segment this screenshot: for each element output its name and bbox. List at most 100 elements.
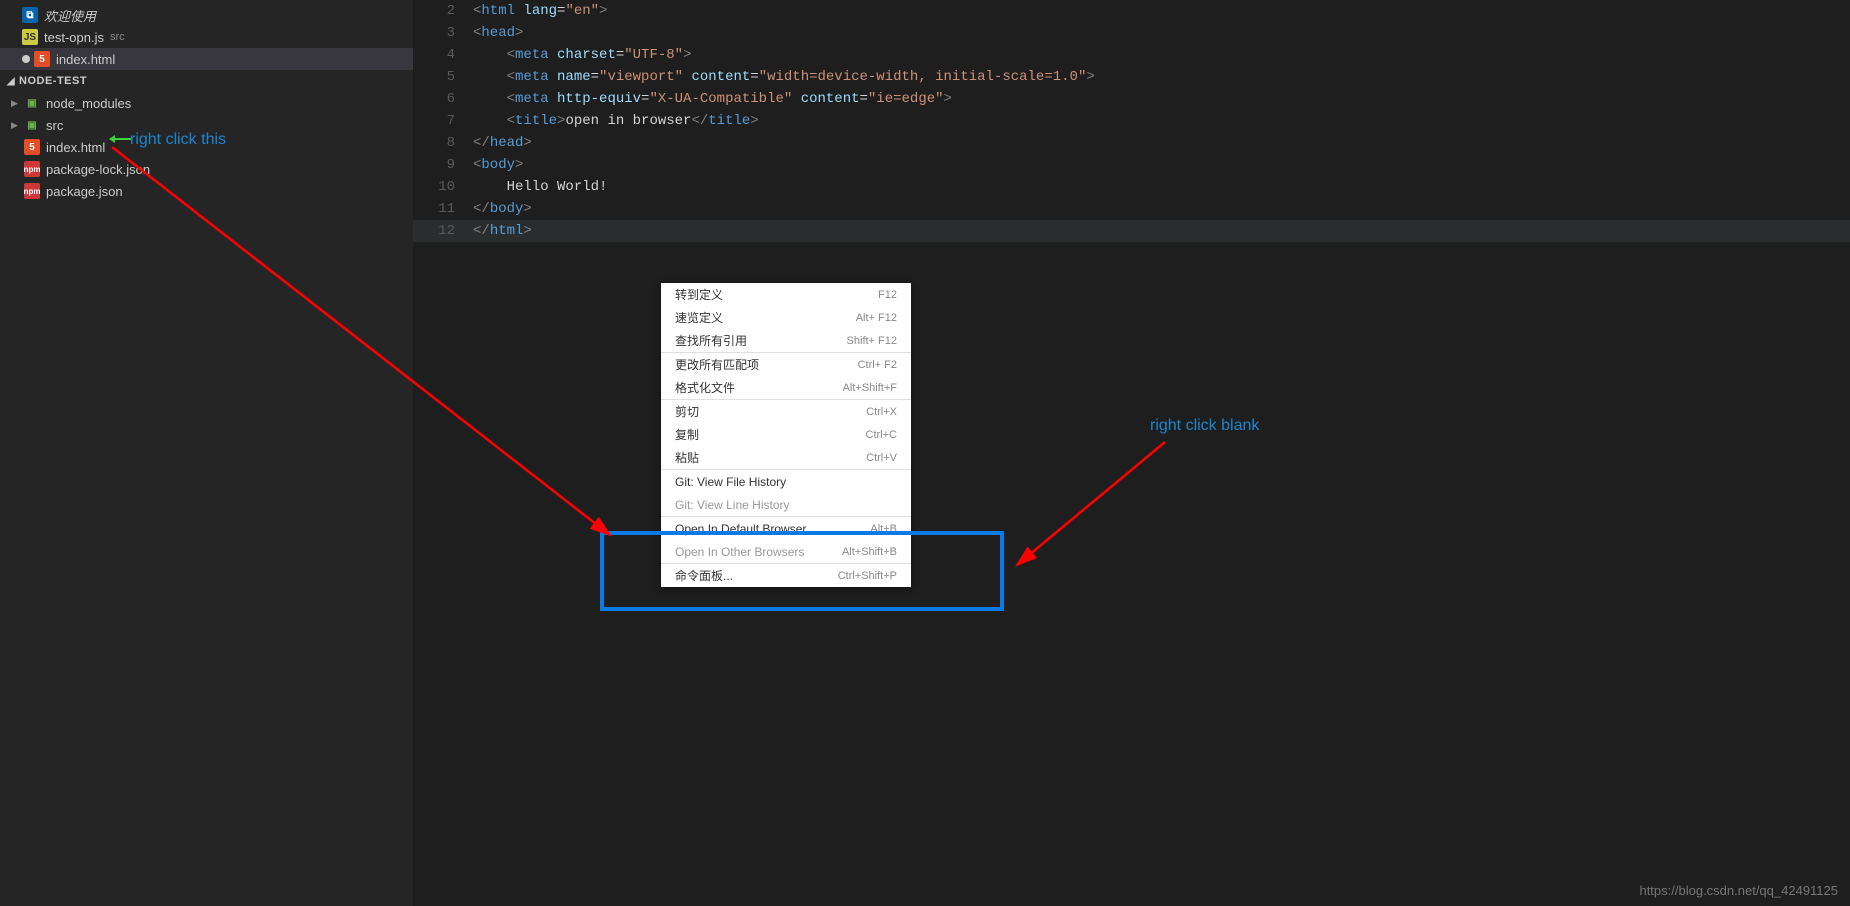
menu-item[interactable]: 查找所有引用 Shift+ F12 — [661, 329, 911, 352]
tree-label: package-lock.json — [46, 162, 150, 177]
chevron-right-icon: ▶ — [11, 98, 18, 109]
tab-sublabel: src — [110, 31, 125, 43]
menu-item[interactable]: 转到定义 F12 — [661, 283, 911, 306]
code-line[interactable]: 4 <meta charset="UTF-8"> — [413, 44, 1850, 66]
folder-icon: ▣ — [24, 117, 40, 133]
open-editor-tab[interactable]: JS test-opn.js src — [0, 26, 413, 48]
line-number: 7 — [413, 110, 473, 132]
open-editor-tab[interactable]: ⧉ 欢迎使用 — [0, 4, 413, 26]
menu-item-shortcut: Ctrl+ F2 — [858, 359, 897, 371]
chevron-right-icon: ▶ — [11, 120, 18, 131]
html-icon: 5 — [24, 139, 40, 155]
menu-item-label: 格式化文件 — [675, 379, 735, 396]
code-content: </html> — [473, 220, 532, 242]
line-number: 4 — [413, 44, 473, 66]
menu-item-label: 速览定义 — [675, 309, 723, 326]
menu-item-shortcut: Alt+Shift+B — [842, 546, 897, 558]
menu-item[interactable]: 格式化文件 Alt+Shift+F — [661, 376, 911, 399]
code-content: <head> — [473, 22, 523, 44]
watermark: https://blog.csdn.net/qq_42491125 — [1639, 883, 1838, 898]
menu-item-label: Git: View Line History — [675, 498, 790, 512]
menu-item-label: 查找所有引用 — [675, 332, 747, 349]
menu-item-shortcut: Alt+Shift+F — [843, 382, 897, 394]
menu-item[interactable]: 剪切 Ctrl+X — [661, 400, 911, 423]
chevron-down-icon: ◢ — [6, 76, 16, 87]
code-content: Hello World! — [473, 176, 607, 198]
menu-item[interactable]: 速览定义 Alt+ F12 — [661, 306, 911, 329]
menu-item-label: Open In Other Browsers — [675, 545, 804, 559]
code-line[interactable]: 3<head> — [413, 22, 1850, 44]
menu-item-label: Git: View File History — [675, 475, 786, 489]
arrow-right-icon — [1005, 440, 1175, 580]
code-content: </body> — [473, 198, 532, 220]
project-name: NODE-TEST — [19, 75, 87, 87]
code-content: <body> — [473, 154, 523, 176]
vscode-icon: ⧉ — [22, 7, 38, 23]
code-line[interactable]: 11</body> — [413, 198, 1850, 220]
menu-item-label: 转到定义 — [675, 286, 723, 303]
menu-item-label: 剪切 — [675, 403, 699, 420]
menu-item[interactable]: Open In Default Browser Alt+B — [661, 517, 911, 540]
npm-icon: npm — [24, 161, 40, 177]
context-menu: 转到定义 F12 速览定义 Alt+ F12 查找所有引用 Shift+ F12 更改所有匹… — [661, 283, 911, 587]
menu-item[interactable]: 复制Ctrl+C — [661, 423, 911, 446]
code-line[interactable]: 6 <meta http-equiv="X-UA-Compatible" con… — [413, 88, 1850, 110]
tree-file[interactable]: npm package-lock.json — [0, 158, 413, 180]
code-content: </head> — [473, 132, 532, 154]
menu-item-label: 更改所有匹配项 — [675, 356, 759, 373]
npm-icon: npm — [24, 183, 40, 199]
tab-label: test-opn.js — [44, 30, 104, 45]
menu-item-shortcut: Alt+B — [870, 523, 897, 535]
tree-label: node_modules — [46, 96, 131, 111]
line-number: 3 — [413, 22, 473, 44]
menu-item-shortcut: Shift+ F12 — [847, 335, 897, 347]
code-line[interactable]: 10 Hello World! — [413, 176, 1850, 198]
folder-icon: ▣ — [24, 95, 40, 111]
menu-item[interactable]: Open In Other Browsers Alt+Shift+B — [661, 540, 911, 563]
menu-item-label: Open In Default Browser — [675, 522, 806, 536]
menu-item-label: 命令面板... — [675, 567, 733, 584]
menu-item-shortcut: Ctrl+V — [866, 452, 897, 464]
explorer-section-header[interactable]: ◢ NODE-TEST — [0, 70, 413, 92]
tab-label: index.html — [56, 52, 115, 67]
annotation-right: right click blank — [1150, 417, 1259, 435]
code-line[interactable]: 5 <meta name="viewport" content="width=d… — [413, 66, 1850, 88]
annotation-left: right click this — [130, 131, 226, 149]
code-content: <meta http-equiv="X-UA-Compatible" conte… — [473, 88, 952, 110]
tab-label: 欢迎使用 — [44, 6, 96, 25]
editor[interactable]: 2<html lang="en">3<head>4 <meta charset=… — [413, 0, 1850, 260]
menu-item-shortcut: Ctrl+C — [866, 429, 897, 441]
code-content: <html lang="en"> — [473, 0, 607, 22]
code-line[interactable]: 2<html lang="en"> — [413, 0, 1850, 22]
menu-item-shortcut: Ctrl+X — [866, 406, 897, 418]
tree-file[interactable]: npm package.json — [0, 180, 413, 202]
menu-item-shortcut: Alt+ F12 — [856, 312, 897, 324]
open-editors: ⧉ 欢迎使用 JS test-opn.js src 5index.html — [0, 0, 413, 70]
open-editor-tab[interactable]: 5index.html — [0, 48, 413, 70]
menu-item[interactable]: 粘贴 Ctrl+V — [661, 446, 911, 469]
code-line[interactable]: 8</head> — [413, 132, 1850, 154]
code-content: <title>open in browser</title> — [473, 110, 759, 132]
code-line[interactable]: 12</html> — [413, 220, 1850, 242]
line-number: 2 — [413, 0, 473, 22]
line-number: 9 — [413, 154, 473, 176]
tree-label: package.json — [46, 184, 123, 199]
line-number: 8 — [413, 132, 473, 154]
menu-item[interactable]: Git: View File History — [661, 470, 911, 493]
code-line[interactable]: 9<body> — [413, 154, 1850, 176]
code-content: <meta charset="UTF-8"> — [473, 44, 691, 66]
line-number: 5 — [413, 66, 473, 88]
line-number: 6 — [413, 88, 473, 110]
menu-item-label: 粘贴 — [675, 449, 699, 466]
annotation-arrow-icon — [114, 138, 131, 140]
menu-item[interactable]: 更改所有匹配项 Ctrl+ F2 — [661, 353, 911, 376]
js-icon: JS — [22, 29, 38, 45]
menu-item-shortcut: Ctrl+Shift+P — [838, 570, 897, 582]
menu-item-shortcut: F12 — [878, 289, 897, 301]
menu-item[interactable]: 命令面板... Ctrl+Shift+P — [661, 564, 911, 587]
code-content: <meta name="viewport" content="width=dev… — [473, 66, 1095, 88]
menu-item[interactable]: Git: View Line History — [661, 493, 911, 516]
tree-folder[interactable]: ▶ ▣ node_modules — [0, 92, 413, 114]
unsaved-dot-icon — [22, 55, 30, 63]
code-line[interactable]: 7 <title>open in browser</title> — [413, 110, 1850, 132]
